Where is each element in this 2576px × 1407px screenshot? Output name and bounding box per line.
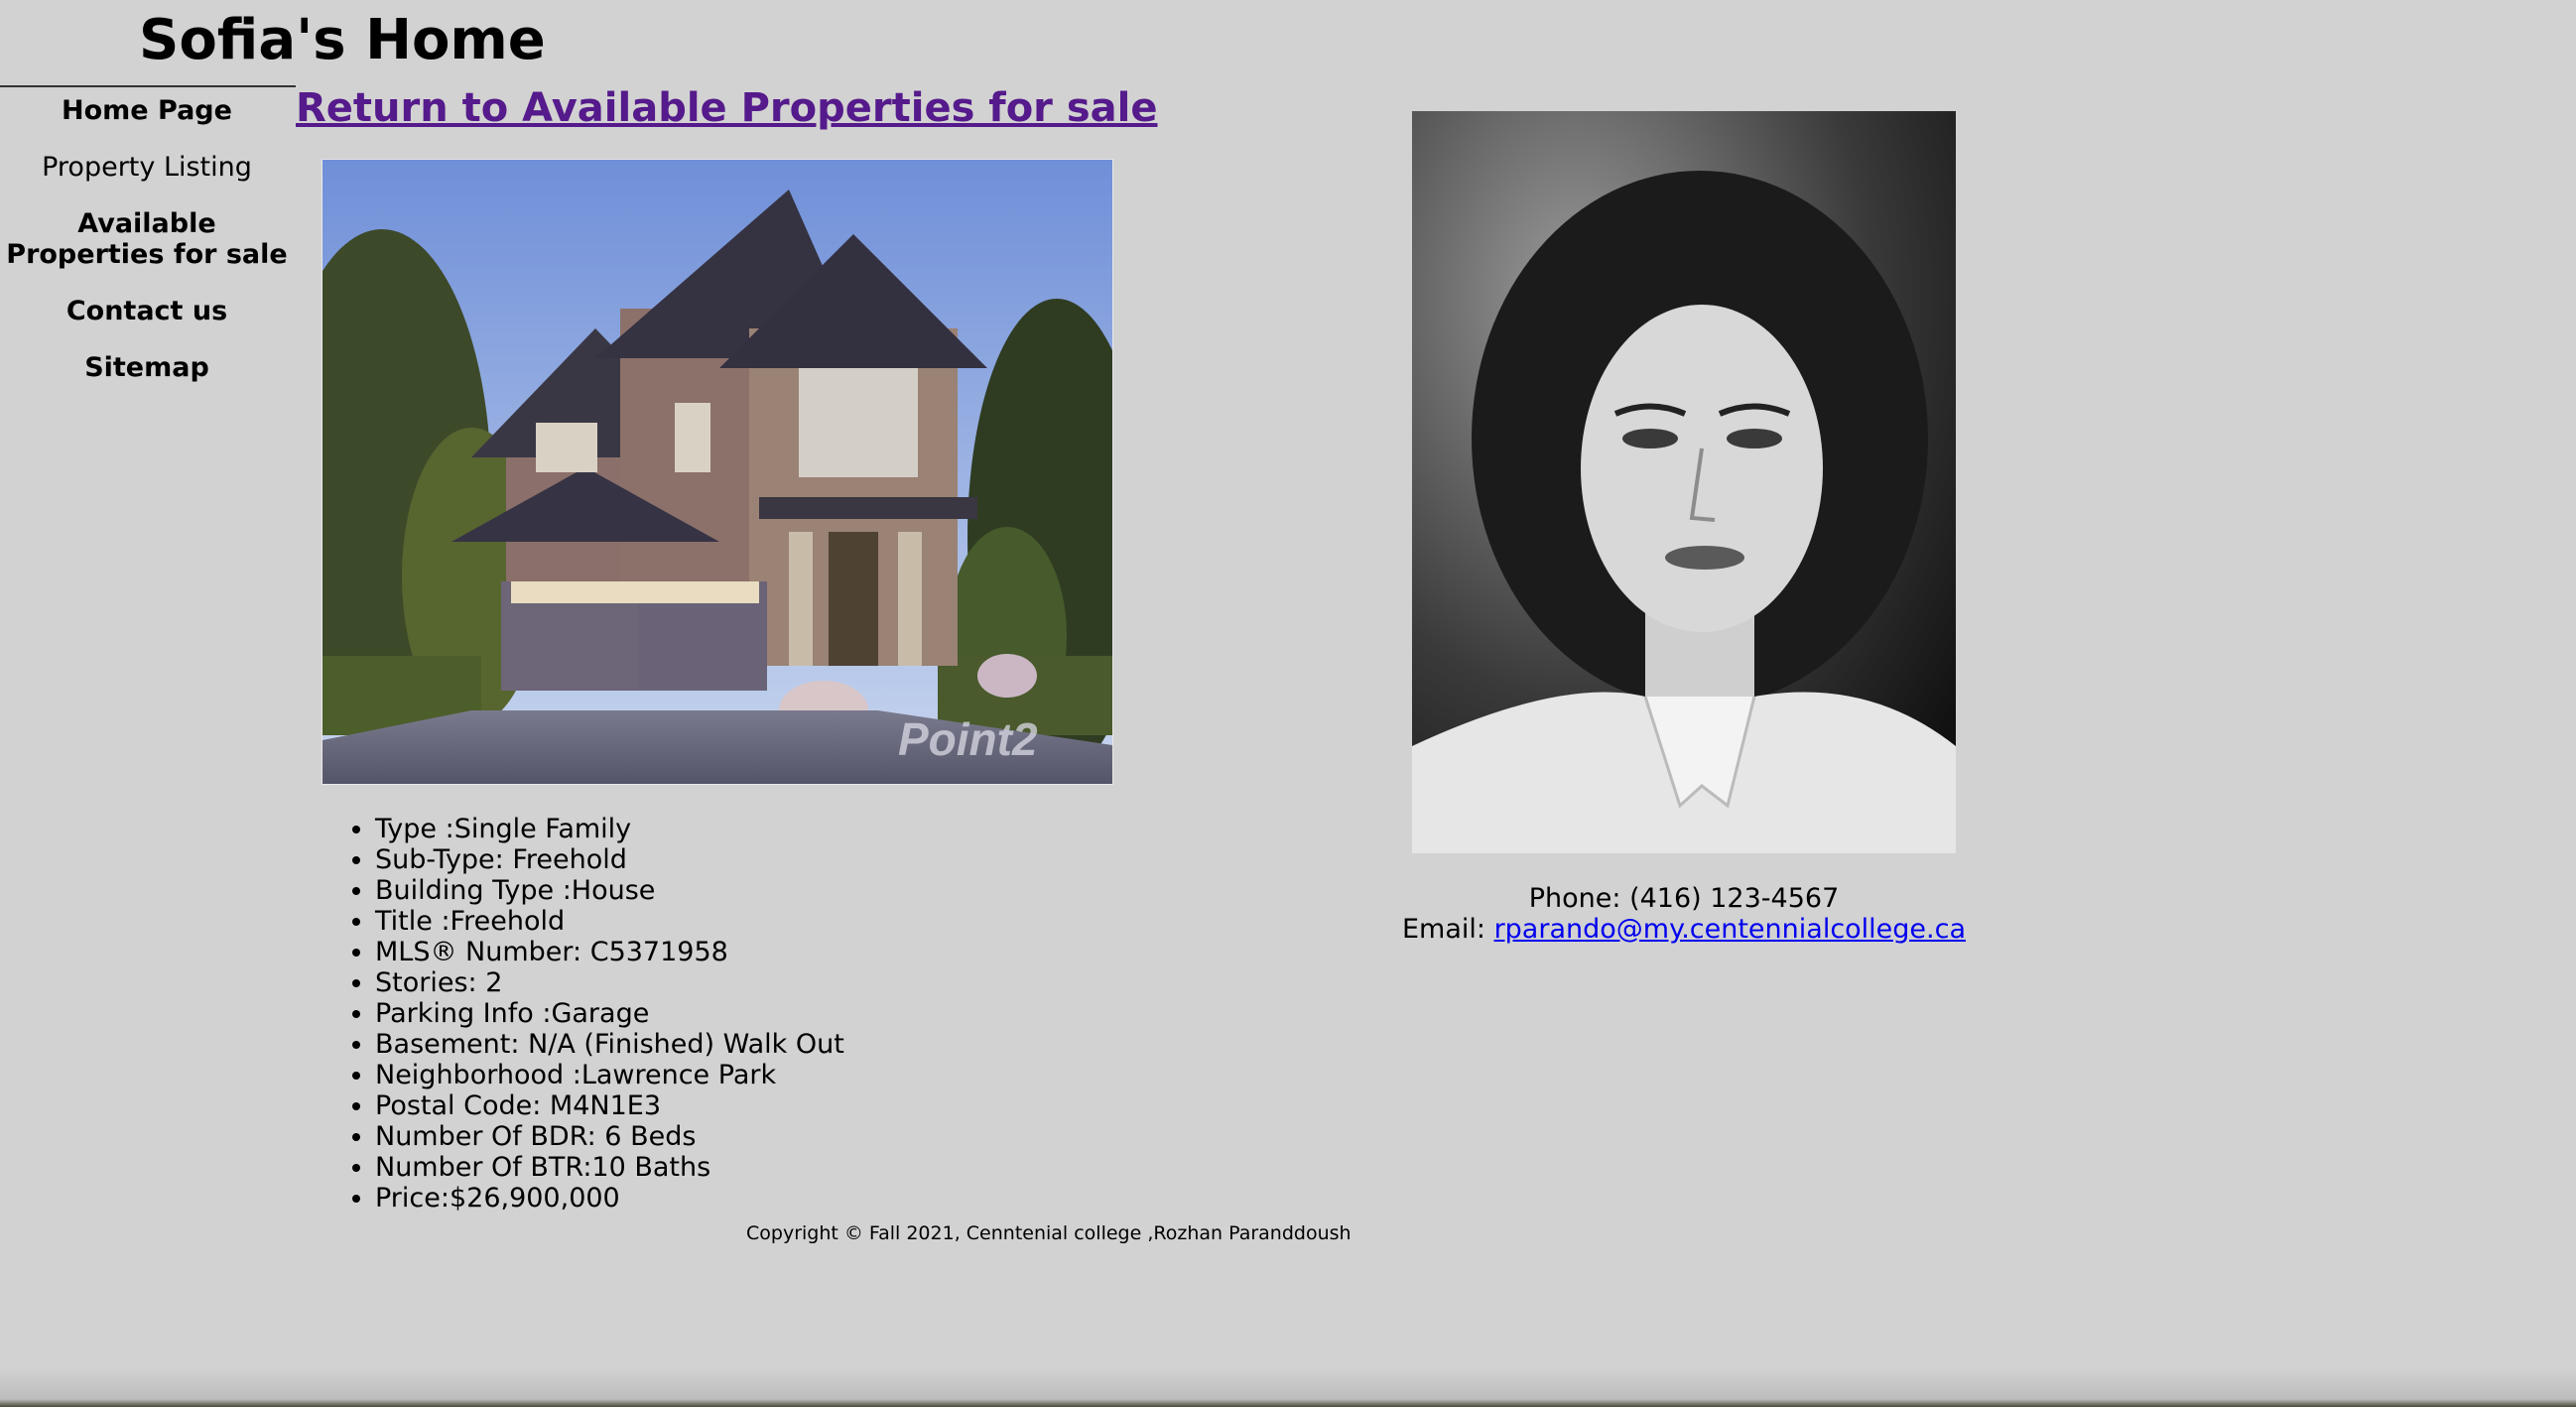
- return-to-properties-link[interactable]: Return to Available Properties for sale: [296, 85, 1157, 131]
- email-line: Email: rparando@my.centennialcollege.ca: [1369, 914, 1998, 945]
- nav-home-page[interactable]: Home Page: [0, 95, 294, 126]
- detail-price: Price:$26,900,000: [375, 1183, 844, 1214]
- title-divider: [0, 85, 296, 87]
- contact-info: Phone: (416) 123-4567 Email: rparando@my…: [1369, 883, 1998, 945]
- detail-postal-code: Postal Code: M4N1E3: [375, 1090, 844, 1121]
- email-label: Email:: [1401, 914, 1494, 945]
- detail-type: Type :Single Family: [375, 814, 844, 844]
- sidebar-nav: Home Page Property Listing Available Pro…: [0, 95, 294, 409]
- detail-stories: Stories: 2: [375, 967, 844, 998]
- detail-parking: Parking Info :Garage: [375, 998, 844, 1029]
- detail-bedrooms: Number Of BDR: 6 Beds: [375, 1121, 844, 1152]
- nav-available-properties[interactable]: Available Properties for sale: [3, 208, 291, 270]
- detail-building-type: Building Type :House: [375, 875, 844, 906]
- email-link[interactable]: rparando@my.centennialcollege.ca: [1494, 914, 1966, 945]
- agent-portrait: [1412, 111, 1956, 853]
- detail-mls-number: MLS® Number: C5371958: [375, 937, 844, 967]
- detail-bathrooms: Number Of BTR:10 Baths: [375, 1152, 844, 1183]
- photo-watermark: Point2: [898, 713, 1038, 765]
- house-illustration: Point2: [322, 160, 1112, 784]
- detail-neighborhood: Neighborhood :Lawrence Park: [375, 1060, 844, 1090]
- page: Sofia's Home Home Page Property Listing …: [0, 0, 2576, 1407]
- phone-text: Phone: (416) 123-4567: [1528, 883, 1840, 914]
- nav-property-listing[interactable]: Property Listing: [0, 152, 294, 183]
- detail-basement: Basement: N/A (Finished) Walk Out: [375, 1029, 844, 1060]
- site-title: Sofia's Home: [139, 8, 546, 72]
- nav-sitemap[interactable]: Sitemap: [0, 352, 294, 383]
- window-bottom-edge: [0, 1367, 2576, 1407]
- detail-title: Title :Freehold: [375, 906, 844, 937]
- copyright-notice: Copyright © Fall 2021, Cenntenial colleg…: [746, 1222, 1352, 1244]
- nav-contact-us[interactable]: Contact us: [0, 296, 294, 326]
- house-photo: Point2: [322, 159, 1113, 785]
- agent-portrait-image: [1412, 111, 1956, 853]
- property-details-list: Type :Single Family Sub-Type: Freehold B…: [325, 814, 844, 1214]
- detail-sub-type: Sub-Type: Freehold: [375, 844, 844, 875]
